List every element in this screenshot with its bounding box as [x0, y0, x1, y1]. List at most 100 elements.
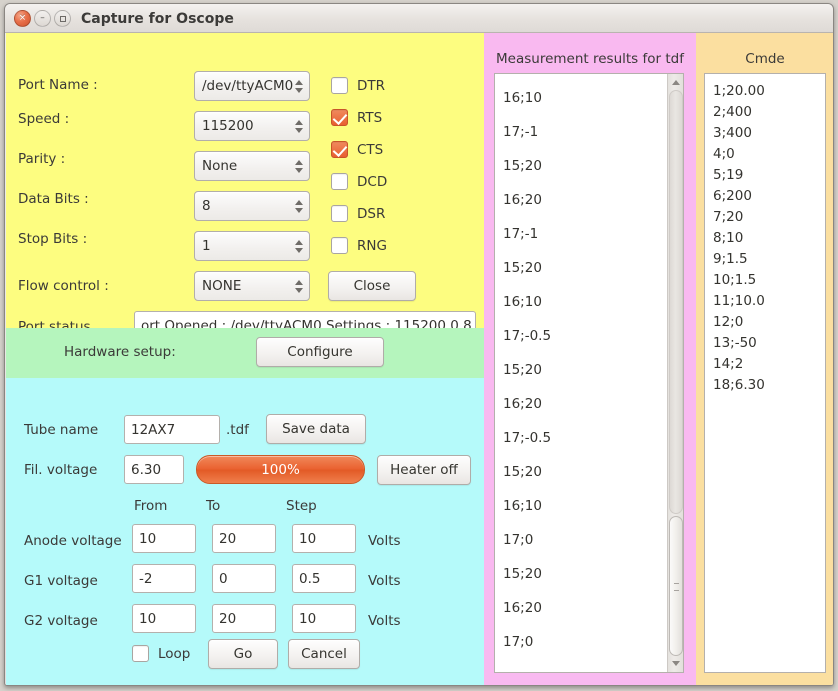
list-item[interactable]: 8;10: [713, 228, 825, 249]
list-item[interactable]: 15;20: [503, 455, 667, 489]
rts-label: RTS: [357, 109, 383, 126]
port-name-stepper-icon[interactable]: [293, 72, 309, 100]
list-item[interactable]: 9;1.5: [713, 249, 825, 270]
list-item[interactable]: 1;20.00: [713, 81, 825, 102]
anode-voltage-from-input[interactable]: 10: [132, 524, 196, 553]
list-item[interactable]: 16;10: [503, 81, 667, 115]
stop-bits-stepper-icon[interactable]: [293, 232, 309, 260]
cancel-button[interactable]: Cancel: [288, 639, 360, 669]
dcd-checkbox-icon[interactable]: [331, 173, 348, 190]
loop-checkbox-icon[interactable]: [132, 645, 149, 662]
rng-label: RNG: [357, 237, 387, 254]
list-item[interactable]: 15;20: [503, 251, 667, 285]
rts-checkbox-icon[interactable]: [331, 109, 348, 126]
anode-voltage-step-input[interactable]: 10: [292, 524, 356, 553]
list-item[interactable]: 16;10: [503, 489, 667, 523]
fil-voltage-label: Fil. voltage: [24, 462, 98, 478]
list-item[interactable]: 16;10: [503, 285, 667, 319]
parity-value: None: [202, 158, 238, 174]
dtr-checkbox-icon[interactable]: [331, 77, 348, 94]
flow-control-spinbox[interactable]: NONE: [194, 271, 310, 301]
checkbox-cts[interactable]: CTS: [331, 141, 383, 158]
list-item[interactable]: 2;400: [713, 102, 825, 123]
checkbox-rng[interactable]: RNG: [331, 237, 387, 254]
checkbox-rts[interactable]: RTS: [331, 109, 382, 126]
window-title: Capture for Oscope: [81, 10, 234, 27]
cts-checkbox-icon[interactable]: [331, 141, 348, 158]
g1-voltage-label: G1 voltage: [24, 573, 98, 589]
list-item[interactable]: 5;19: [713, 165, 825, 186]
g2-voltage-from-input[interactable]: 10: [132, 604, 196, 633]
list-item[interactable]: 13;-50: [713, 333, 825, 354]
close-window-icon[interactable]: ×: [14, 10, 31, 27]
parity-spinbox[interactable]: None: [194, 151, 310, 181]
parity-stepper-icon[interactable]: [293, 152, 309, 180]
list-item[interactable]: 4;0: [713, 144, 825, 165]
serial-settings-panel: Port Name : Speed : Parity : Data Bits :…: [6, 33, 484, 340]
list-item[interactable]: 17;-1: [503, 217, 667, 251]
fil-voltage-input[interactable]: 6.30: [124, 455, 184, 484]
checkbox-loop[interactable]: Loop: [132, 645, 190, 662]
checkbox-dcd[interactable]: DCD: [331, 173, 387, 190]
hardware-setup-label: Hardware setup:: [64, 344, 176, 360]
list-item[interactable]: 17;0: [503, 523, 667, 557]
list-item[interactable]: 11;10.0: [713, 291, 825, 312]
g1-voltage-from-input[interactable]: -2: [132, 564, 196, 593]
list-item[interactable]: 16;20: [503, 591, 667, 625]
configure-button[interactable]: Configure: [256, 337, 384, 367]
list-item[interactable]: 6;200: [713, 186, 825, 207]
speed-stepper-icon[interactable]: [293, 112, 309, 140]
scroll-up-icon[interactable]: [669, 75, 683, 90]
list-item[interactable]: 16;20: [503, 183, 667, 217]
anode-voltage-to-input[interactable]: 20: [212, 524, 276, 553]
scroll-down-icon[interactable]: [669, 656, 683, 671]
measurement-setup-panel: Tube name 12AX7 .tdf Save data Fil. volt…: [6, 378, 484, 685]
data-bits-stepper-icon[interactable]: [293, 192, 309, 220]
list-item[interactable]: 15;20: [503, 557, 667, 591]
results-scroll-thumb[interactable]: [669, 516, 683, 656]
results-scrollbar[interactable]: [667, 74, 683, 672]
list-item[interactable]: 15;20: [503, 353, 667, 387]
list-item[interactable]: 3;400: [713, 123, 825, 144]
save-data-button[interactable]: Save data: [266, 414, 366, 444]
results-panel: Measurement results for tdf 16;10 17;-1 15…: [484, 33, 696, 685]
g1-voltage-step-input[interactable]: 0.5: [292, 564, 356, 593]
list-item[interactable]: 15;20: [503, 149, 667, 183]
checkbox-dsr[interactable]: DSR: [331, 205, 385, 222]
data-bits-spinbox[interactable]: 8: [194, 191, 310, 221]
tube-name-input[interactable]: 12AX7: [124, 415, 220, 444]
flow-control-stepper-icon[interactable]: [293, 272, 309, 300]
list-item[interactable]: 10;1.5: [713, 270, 825, 291]
anode-voltage-label: Anode voltage: [24, 533, 122, 549]
results-scroll-track[interactable]: [669, 90, 683, 514]
maximize-window-icon[interactable]: [54, 10, 71, 27]
port-name-spinbox[interactable]: /dev/ttyACM0: [194, 71, 310, 101]
rng-checkbox-icon[interactable]: [331, 237, 348, 254]
cmde-listbox[interactable]: 1;20.00 2;400 3;400 4;0 5;19 6;200 7;20 8;10 9;1…: [704, 73, 826, 673]
results-listbox[interactable]: 16;10 17;-1 15;20 16;20 17;-1 15;20 16;10 17;-0…: [494, 73, 684, 673]
minimize-window-icon[interactable]: –: [34, 10, 51, 27]
list-item[interactable]: 7;20: [713, 207, 825, 228]
stop-bits-value: 1: [202, 238, 211, 254]
list-item[interactable]: 14;2: [713, 354, 825, 375]
list-item[interactable]: 17;-0.5: [503, 319, 667, 353]
results-title: Measurement results for tdf: [496, 51, 684, 67]
close-port-button[interactable]: Close: [328, 271, 416, 301]
g2-voltage-step-input[interactable]: 10: [292, 604, 356, 633]
list-item[interactable]: 18;6.30: [713, 375, 825, 396]
go-button[interactable]: Go: [208, 639, 278, 669]
list-item[interactable]: 17;0: [503, 625, 667, 659]
list-item[interactable]: 17;-1: [503, 115, 667, 149]
speed-spinbox[interactable]: 115200: [194, 111, 310, 141]
list-item[interactable]: 16;20: [503, 387, 667, 421]
list-item[interactable]: 12;0: [713, 312, 825, 333]
g2-voltage-to-input[interactable]: 20: [212, 604, 276, 633]
stop-bits-spinbox[interactable]: 1: [194, 231, 310, 261]
dsr-checkbox-icon[interactable]: [331, 205, 348, 222]
stop-bits-label: Stop Bits :: [18, 231, 88, 247]
heater-off-button[interactable]: Heater off: [377, 455, 471, 485]
g1-voltage-to-input[interactable]: 0: [212, 564, 276, 593]
list-item[interactable]: 17;-0.5: [503, 421, 667, 455]
column-header-from: From: [134, 498, 168, 514]
checkbox-dtr[interactable]: DTR: [331, 77, 385, 94]
